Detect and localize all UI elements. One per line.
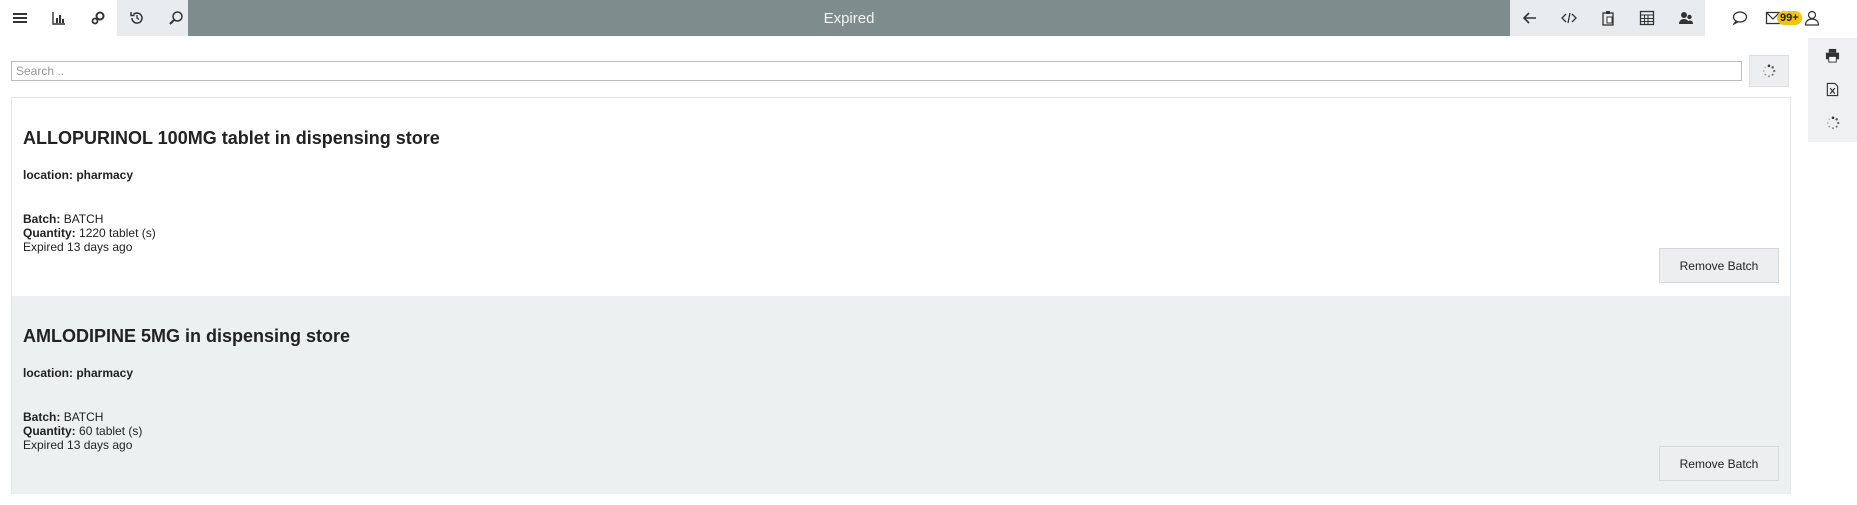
clipboard-icon [1601, 11, 1614, 26]
toolbar-middle [1510, 0, 1705, 36]
right-rail [1808, 38, 1857, 142]
users-button[interactable] [1666, 0, 1705, 36]
user-icon [1804, 10, 1819, 26]
code-icon [1560, 12, 1577, 24]
item-title: AMLODIPINE 5MG in dispensing store [23, 326, 351, 346]
history-icon [129, 12, 143, 24]
export-excel-button[interactable] [1808, 72, 1857, 106]
mail-button[interactable]: 99+ [1759, 0, 1802, 36]
batch-label: Batch: [23, 410, 61, 424]
batch-value: BATCH [63, 410, 104, 424]
list-item: ALLOPURINOL 100MG tablet in dispensing s… [12, 98, 1790, 296]
back-button[interactable] [1510, 0, 1549, 36]
clipboard-button[interactable] [1588, 0, 1627, 36]
bar-chart-icon [51, 12, 65, 25]
spinner-icon [1826, 116, 1839, 130]
menu-button[interactable] [0, 0, 39, 36]
expiry-text: Expired 13 days ago [23, 438, 133, 452]
users-icon [1678, 12, 1693, 24]
reload-button[interactable] [1808, 106, 1857, 140]
arrow-left-icon [1522, 12, 1536, 24]
remove-batch-button[interactable]: Remove Batch [1659, 446, 1779, 481]
item-location: location: pharmacy [23, 168, 134, 182]
notifications-badge: 99+ [1777, 11, 1802, 25]
comment-icon [1731, 11, 1747, 26]
calculator-button[interactable] [1627, 0, 1666, 36]
spinner-icon [1762, 64, 1776, 78]
search-input[interactable] [11, 61, 1742, 81]
user-button[interactable] [1802, 0, 1822, 36]
code-button[interactable] [1549, 0, 1588, 36]
batch-label: Batch: [23, 212, 61, 226]
expiry-text: Expired 13 days ago [23, 240, 133, 254]
cogs-icon [91, 11, 104, 25]
page-title: Expired [188, 0, 1510, 36]
remove-batch-button[interactable]: Remove Batch [1659, 248, 1779, 283]
print-button[interactable] [1808, 38, 1857, 72]
batch-value: BATCH [63, 212, 104, 226]
quantity-value: 60 tablet (s) [79, 424, 143, 438]
excel-icon [1826, 82, 1839, 96]
search-icon [168, 11, 183, 25]
history-button[interactable] [117, 0, 156, 36]
expired-batch-list: ALLOPURINOL 100MG tablet in dispensing s… [11, 97, 1791, 494]
toolbar-left [0, 0, 195, 36]
charts-button[interactable] [39, 0, 78, 36]
toolbar-right: 99+ [1720, 0, 1822, 36]
quantity-value: 1220 tablet (s) [79, 226, 156, 240]
quantity-label: Quantity: [23, 226, 76, 240]
top-bar: Expired 99+ [0, 0, 1857, 36]
item-details: Batch: BATCH Quantity: 1220 tablet (s) E… [23, 212, 1779, 254]
list-item: AMLODIPINE 5MG in dispensing store locat… [12, 296, 1790, 494]
item-location: location: pharmacy [23, 366, 134, 380]
print-icon [1825, 48, 1840, 63]
quantity-label: Quantity: [23, 424, 76, 438]
settings-button[interactable] [78, 0, 117, 36]
calculator-icon [1639, 10, 1654, 26]
item-details: Batch: BATCH Quantity: 60 tablet (s) Exp… [23, 410, 1779, 452]
item-title: ALLOPURINOL 100MG tablet in dispensing s… [23, 128, 440, 148]
menu-icon [12, 13, 27, 23]
refresh-button[interactable] [1749, 55, 1789, 87]
messages-button[interactable] [1720, 0, 1759, 36]
